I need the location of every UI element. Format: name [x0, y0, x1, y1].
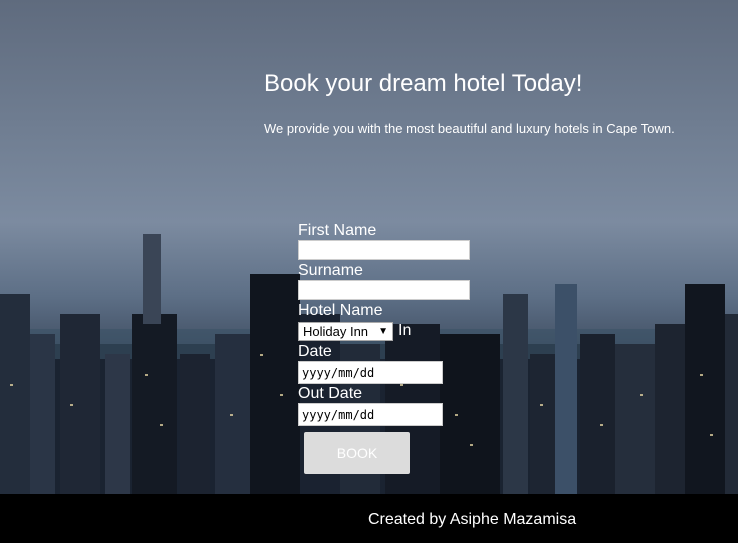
in-date-placeholder: yyyy/mm/dd — [302, 365, 375, 380]
in-date-label-in: In — [398, 322, 412, 339]
hotel-name-label: Hotel Name — [298, 302, 383, 319]
out-date-input[interactable]: yyyy/mm/dd — [298, 403, 443, 426]
first-name-label: First Name — [298, 222, 377, 239]
chevron-down-icon: ▼ — [378, 325, 388, 337]
first-name-input[interactable] — [298, 240, 470, 260]
page-subtitle: We provide you with the most beautiful a… — [264, 121, 675, 136]
footer-credit: Created by Asiphe Mazamisa — [368, 511, 577, 528]
surname-label: Surname — [298, 262, 363, 279]
page-title: Book your dream hotel Today! — [264, 70, 583, 97]
booking-form: First Name Surname Hotel Name Holiday In… — [298, 221, 470, 426]
hotel-name-selected: Holiday Inn — [303, 323, 369, 339]
out-date-placeholder: yyyy/mm/dd — [302, 407, 375, 422]
out-date-label: Out Date — [298, 385, 363, 402]
hotel-name-select[interactable]: Holiday Inn ▼ — [298, 321, 393, 341]
in-date-label-date: Date — [298, 343, 332, 360]
surname-input[interactable] — [298, 280, 470, 300]
in-date-input[interactable]: yyyy/mm/dd — [298, 361, 443, 384]
book-button[interactable]: BOOK — [304, 432, 410, 474]
